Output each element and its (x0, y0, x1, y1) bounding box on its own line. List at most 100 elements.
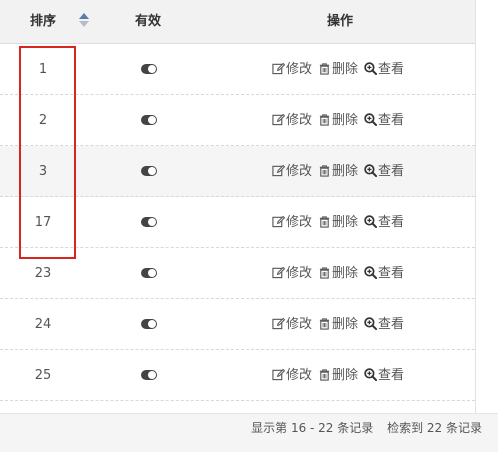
edit-icon (272, 215, 286, 230)
pagination-info: 显示第 16 - 22 条记录 检索到 22 条记录 (251, 414, 482, 442)
delete-button[interactable]: 删除 (318, 248, 358, 299)
column-header-actions: 操作 (326, 14, 353, 29)
delete-label: 删除 (332, 266, 359, 281)
showing-range-text: 显示第 16 - 22 条记录 (251, 421, 374, 435)
edit-label: 修改 (286, 215, 313, 230)
row-actions: 修改 删除 查看 (272, 248, 410, 299)
edit-label: 修改 (286, 164, 313, 179)
order-cell: 24 (34, 317, 52, 332)
column-header-order[interactable]: 排序 (18, 0, 68, 43)
view-button[interactable]: 查看 (364, 299, 404, 350)
total-records-text: 检索到 22 条记录 (387, 421, 482, 435)
edit-button[interactable]: 修改 (272, 350, 312, 401)
zoom-in-icon (364, 317, 378, 332)
edit-button[interactable]: 修改 (272, 146, 312, 197)
edit-icon (272, 164, 286, 179)
order-cell: 25 (34, 368, 52, 383)
toggle-knob (148, 65, 156, 73)
toggle-knob (148, 167, 156, 175)
delete-button[interactable]: 删除 (318, 299, 358, 350)
view-label: 查看 (378, 164, 405, 179)
table-row: 25 修改 删除 查看 (0, 350, 475, 401)
edit-button[interactable]: 修改 (272, 95, 312, 146)
view-button[interactable]: 查看 (364, 197, 404, 248)
view-button[interactable]: 查看 (364, 44, 404, 95)
toggle-on-icon[interactable] (141, 268, 157, 278)
toggle-on-icon[interactable] (141, 370, 157, 380)
row-actions: 修改 删除 查看 (272, 197, 410, 248)
zoom-in-icon (364, 368, 378, 383)
row-actions: 修改 删除 查看 (272, 44, 410, 95)
trash-icon (318, 113, 332, 128)
delete-label: 删除 (332, 113, 359, 128)
edit-label: 修改 (286, 113, 313, 128)
zoom-in-icon (364, 215, 378, 230)
toggle-on-icon[interactable] (141, 319, 157, 329)
delete-label: 删除 (332, 215, 359, 230)
delete-label: 删除 (332, 317, 359, 332)
zoom-in-icon (364, 164, 378, 179)
row-actions: 修改 删除 查看 (272, 350, 410, 401)
row-actions: 修改 删除 查看 (272, 95, 410, 146)
trash-icon (318, 215, 332, 230)
toggle-on-icon[interactable] (141, 166, 157, 176)
sort-asc-icon (79, 13, 89, 19)
edit-label: 修改 (286, 62, 313, 77)
sort-desc-icon (79, 21, 89, 27)
toggle-knob (148, 371, 156, 379)
edit-button[interactable]: 修改 (272, 197, 312, 248)
delete-button[interactable]: 删除 (318, 146, 358, 197)
trash-icon (318, 368, 332, 383)
pagination-footer: 显示第 16 - 22 条记录 检索到 22 条记录 (0, 413, 498, 452)
edit-button[interactable]: 修改 (272, 248, 312, 299)
trash-icon (318, 266, 332, 281)
zoom-in-icon (364, 266, 378, 281)
delete-button[interactable]: 删除 (318, 44, 358, 95)
table-header: 排序 有效 操作 (0, 0, 475, 44)
delete-button[interactable]: 删除 (318, 350, 358, 401)
toggle-knob (148, 269, 156, 277)
edit-label: 修改 (286, 266, 313, 281)
view-button[interactable]: 查看 (364, 146, 404, 197)
view-button[interactable]: 查看 (364, 248, 404, 299)
delete-label: 删除 (332, 368, 359, 383)
highlight-annotation-box (19, 46, 76, 259)
delete-label: 删除 (332, 164, 359, 179)
toggle-on-icon[interactable] (141, 115, 157, 125)
toggle-on-icon[interactable] (141, 64, 157, 74)
trash-icon (318, 317, 332, 332)
table-row: 24 修改 删除 查看 (0, 299, 475, 350)
view-label: 查看 (378, 368, 405, 383)
sort-icon[interactable] (79, 13, 89, 27)
column-header-valid: 有效 (134, 14, 161, 29)
view-button[interactable]: 查看 (364, 95, 404, 146)
edit-label: 修改 (286, 368, 313, 383)
delete-button[interactable]: 删除 (318, 95, 358, 146)
view-label: 查看 (378, 215, 405, 230)
edit-button[interactable]: 修改 (272, 299, 312, 350)
row-actions: 修改 删除 查看 (272, 299, 410, 350)
view-label: 查看 (378, 62, 405, 77)
delete-button[interactable]: 删除 (318, 197, 358, 248)
view-label: 查看 (378, 113, 405, 128)
zoom-in-icon (364, 113, 378, 128)
toggle-knob (148, 116, 156, 124)
row-actions: 修改 删除 查看 (272, 146, 410, 197)
edit-icon (272, 368, 286, 383)
edit-icon (272, 266, 286, 281)
toggle-knob (148, 218, 156, 226)
view-label: 查看 (378, 317, 405, 332)
edit-icon (272, 317, 286, 332)
zoom-in-icon (364, 62, 378, 77)
trash-icon (318, 164, 332, 179)
toggle-knob (148, 320, 156, 328)
edit-icon (272, 113, 286, 128)
edit-button[interactable]: 修改 (272, 44, 312, 95)
delete-label: 删除 (332, 62, 359, 77)
view-label: 查看 (378, 266, 405, 281)
trash-icon (318, 62, 332, 77)
toggle-on-icon[interactable] (141, 217, 157, 227)
edit-label: 修改 (286, 317, 313, 332)
view-button[interactable]: 查看 (364, 350, 404, 401)
edit-icon (272, 62, 286, 77)
